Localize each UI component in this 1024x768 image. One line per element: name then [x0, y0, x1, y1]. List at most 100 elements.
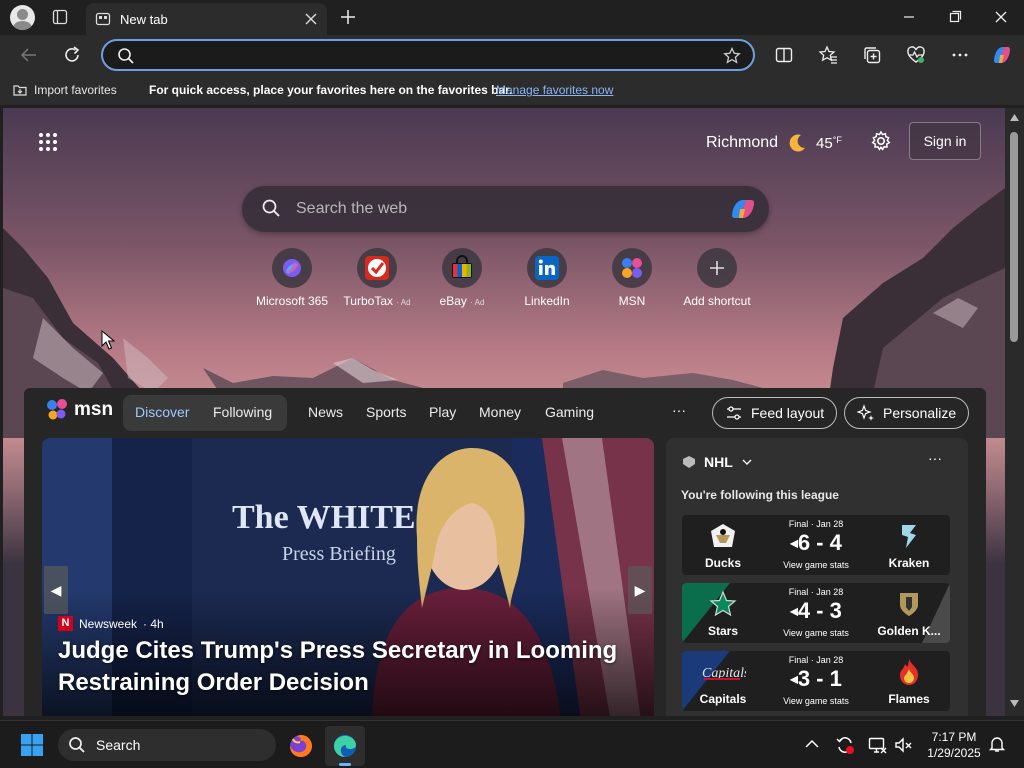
tab-actions-icon[interactable] [52, 9, 68, 25]
msn-logo[interactable]: msn [45, 397, 113, 423]
shortcut-msn[interactable]: MSN [589, 248, 675, 308]
scroll-up-icon[interactable] [1010, 114, 1019, 121]
nav-news[interactable]: News [308, 404, 343, 420]
network-icon[interactable] [867, 735, 887, 755]
collections-icon[interactable] [862, 45, 882, 65]
view-game-stats-link[interactable]: View game stats [764, 560, 868, 570]
feed-layout-icon [725, 404, 743, 422]
apps-grid-icon[interactable] [38, 132, 58, 152]
web-search-box[interactable]: Search the web [242, 186, 769, 232]
tab-discover[interactable]: Discover [135, 404, 189, 420]
winner-caret-icon: ◀ [790, 538, 798, 550]
copilot-icon[interactable] [728, 196, 758, 222]
page-scrollbar[interactable] [1005, 108, 1024, 716]
nav-money[interactable]: Money [479, 404, 521, 420]
refresh-icon[interactable] [62, 45, 82, 65]
view-game-stats-link[interactable]: View game stats [764, 628, 868, 638]
personalize-sparkle-icon [857, 404, 875, 422]
game-row[interactable]: Ducks Final · Jan 28 ◀6 - 4 View game st… [682, 515, 950, 575]
scroll-down-icon[interactable] [1010, 700, 1019, 707]
volume-muted-icon[interactable] [893, 735, 913, 755]
settings-more-icon[interactable] [950, 45, 970, 65]
split-screen-icon[interactable] [774, 45, 794, 65]
update-sync-icon[interactable] [835, 735, 855, 755]
capitals-logo-icon: Capitals [700, 657, 746, 687]
back-icon[interactable] [19, 45, 39, 65]
show-hidden-icons-chevron[interactable] [804, 737, 820, 751]
game-row[interactable]: Stars Final · Jan 28 ◀4 - 3 View game st… [682, 583, 950, 643]
nhl-more-options-button[interactable]: ··· [928, 450, 942, 466]
new-tab-button[interactable] [339, 8, 357, 26]
tab-title: New tab [120, 12, 168, 27]
discover-following-toggle: Discover Following [123, 395, 287, 431]
nav-sports[interactable]: Sports [366, 404, 406, 420]
weather-widget[interactable]: Richmond 45°F [706, 132, 842, 154]
game-result: Final · Jan 28 ◀4 - 3 View game stats [764, 583, 868, 643]
winner-caret-icon: ◀ [790, 606, 798, 618]
close-tab-icon[interactable] [304, 12, 318, 26]
tab-following[interactable]: Following [213, 404, 272, 420]
import-favorites-icon [12, 82, 28, 98]
shortcut-ebay[interactable]: eBay · Ad [419, 248, 505, 308]
svg-text:Press Briefing: Press Briefing [282, 543, 396, 565]
away-team: Kraken [868, 515, 950, 575]
address-input[interactable] [143, 45, 703, 65]
feed-layout-label: Feed layout [751, 405, 825, 421]
close-window-icon[interactable] [994, 10, 1008, 24]
notifications-bell-icon[interactable] [988, 735, 1006, 753]
team-name: Stars [707, 624, 739, 638]
shortcut-label: MSN [618, 294, 646, 308]
profile-avatar[interactable] [10, 5, 35, 30]
maximize-icon[interactable] [948, 10, 962, 24]
nav-gaming[interactable]: Gaming [545, 404, 594, 420]
carousel-next-button[interactable]: ▶ [628, 566, 652, 614]
carousel-prev-button[interactable]: ◀ [44, 566, 68, 614]
clock-date: 1/29/2025 [927, 746, 981, 760]
firefox-taskbar-button[interactable] [281, 726, 321, 766]
view-game-stats-link[interactable]: View game stats [764, 696, 868, 706]
scrollbar-thumb[interactable] [1010, 132, 1018, 342]
import-favorites-button[interactable]: Import favorites [12, 82, 117, 98]
msn-feed: The WHITE HOUS Press Briefing ◀ ▶ N News… [24, 436, 986, 716]
search-icon [117, 47, 135, 65]
ad-badge: · Ad [470, 298, 485, 307]
away-team: Flames [868, 651, 950, 711]
nav-play[interactable]: Play [429, 404, 456, 420]
turbotax-icon [357, 248, 397, 288]
shortcut-linkedin[interactable]: LinkedIn [504, 248, 590, 308]
browser-essentials-icon[interactable] [906, 45, 926, 65]
shortcut-label: LinkedIn [524, 294, 570, 308]
minimize-icon[interactable] [902, 10, 916, 24]
team-name: Capitals [699, 692, 747, 706]
system-clock[interactable]: 7:17 PM 1/29/2025 [922, 729, 986, 761]
taskbar-search-box[interactable]: Search [58, 729, 276, 761]
game-row[interactable]: Capitals Capitals Final · Jan 28 ◀3 - 1 … [682, 651, 950, 711]
source-name: Newsweek [79, 616, 138, 631]
windows-start-icon[interactable] [20, 733, 44, 757]
ebay-bag-icon [442, 248, 482, 288]
team-name: Kraken [888, 556, 930, 570]
manage-favorites-link[interactable]: Manage favorites now [496, 83, 613, 97]
personalize-button[interactable]: Personalize [844, 397, 970, 429]
copilot-icon[interactable] [990, 43, 1014, 67]
more-nav-button[interactable]: ··· [672, 402, 686, 418]
home-team: Ducks [682, 515, 764, 575]
favorites-icon[interactable] [818, 45, 838, 65]
sign-in-button[interactable]: Sign in [909, 122, 981, 160]
web-search-placeholder: Search the web [296, 200, 408, 217]
hero-news-card[interactable]: The WHITE HOUS Press Briefing ◀ ▶ N News… [42, 438, 654, 716]
newtab-page-icon [95, 11, 111, 27]
add-shortcut-button[interactable]: Add shortcut [674, 248, 760, 308]
windows-taskbar: Search 7:17 PM 1/29/2025 [0, 720, 1024, 768]
ducks-logo-icon [708, 521, 738, 551]
tab-new-tab[interactable]: New tab [86, 3, 327, 35]
feed-layout-button[interactable]: Feed layout [712, 397, 838, 429]
nhl-league-selector[interactable]: NHL [682, 454, 753, 470]
edge-taskbar-button[interactable] [325, 726, 365, 766]
address-bar[interactable] [101, 39, 755, 71]
page-settings-gear-icon[interactable] [870, 130, 892, 152]
article-headline[interactable]: Judge Cites Trump's Press Secretary in L… [58, 635, 628, 699]
shortcut-turbotax[interactable]: TurboTax · Ad [334, 248, 420, 308]
favorite-star-icon[interactable] [723, 47, 741, 65]
shortcut-microsoft-365[interactable]: Microsoft 365 [249, 248, 335, 308]
